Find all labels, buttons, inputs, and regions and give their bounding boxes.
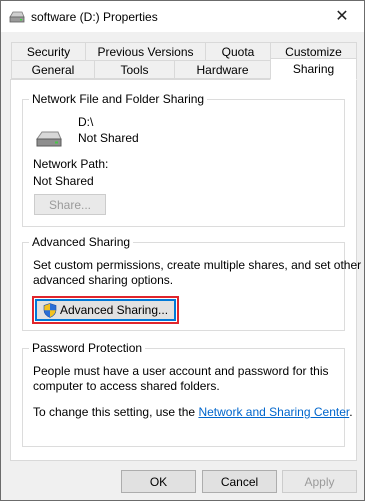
tab-tools[interactable]: Tools [94, 60, 175, 79]
change-setting-prefix: To change this setting, use the [33, 405, 196, 419]
tab-sharing[interactable]: Sharing [270, 58, 357, 80]
change-setting-line: To change this setting, use the Network … [33, 405, 353, 419]
title-bar[interactable]: software (D:) Properties ✕ [1, 1, 364, 32]
drive-name: D:\ [78, 115, 94, 129]
hard-drive-icon [36, 131, 62, 147]
properties-window: software (D:) Properties ✕ Security Prev… [0, 0, 365, 501]
advanced-sharing-description-2: advanced sharing options. [33, 273, 174, 287]
sharing-panel: Network File and Folder Sharing D:\ Not … [10, 79, 361, 461]
password-protection-group: Password Protection People must have a u… [22, 341, 353, 447]
password-protection-text-1: People must have a user account and pass… [33, 364, 329, 378]
network-sharing-group: Network File and Folder Sharing D:\ Not … [22, 92, 345, 227]
advanced-sharing-button[interactable]: Advanced Sharing... [35, 299, 176, 321]
tab-quota[interactable]: Quota [205, 42, 271, 61]
password-protection-text-2: computer to access shared folders. [33, 379, 220, 393]
apply-button[interactable]: Apply [282, 470, 357, 493]
network-path-label: Network Path: [33, 157, 109, 171]
window-title: software (D:) Properties [31, 10, 158, 24]
uac-shield-icon [43, 302, 57, 318]
advanced-sharing-legend: Advanced Sharing [29, 235, 134, 249]
drive-icon [9, 11, 25, 23]
drive-share-status: Not Shared [78, 131, 139, 145]
advanced-sharing-description-1: Set custom permissions, create multiple … [33, 258, 362, 272]
advanced-sharing-group: Advanced Sharing Set custom permissions,… [22, 235, 361, 331]
network-path-value: Not Shared [33, 174, 94, 188]
cancel-button[interactable]: Cancel [202, 470, 277, 493]
close-icon: ✕ [335, 8, 349, 25]
ok-button[interactable]: OK [121, 470, 196, 493]
tab-security[interactable]: Security [11, 42, 86, 61]
network-sharing-legend: Network File and Folder Sharing [29, 92, 208, 106]
change-setting-suffix: . [349, 405, 353, 419]
network-sharing-center-link[interactable]: Network and Sharing Center [198, 405, 349, 419]
password-protection-legend: Password Protection [29, 341, 146, 355]
tab-hardware[interactable]: Hardware [174, 60, 271, 79]
tab-previous-versions[interactable]: Previous Versions [85, 42, 206, 61]
tab-general[interactable]: General [11, 60, 95, 79]
share-button[interactable]: Share... [34, 194, 106, 215]
close-button[interactable]: ✕ [320, 1, 364, 31]
